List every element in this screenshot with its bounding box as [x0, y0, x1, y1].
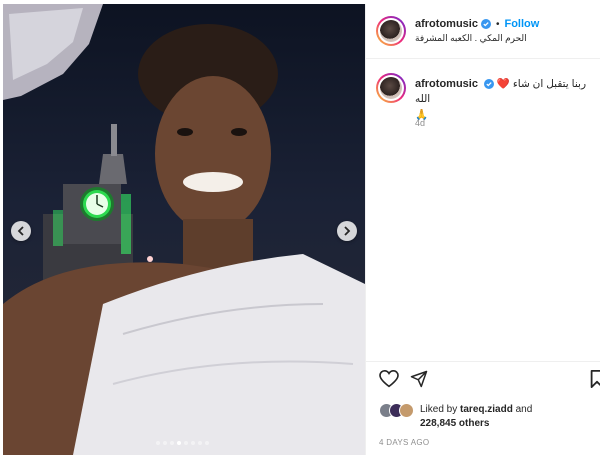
liked-by-prefix: Liked by [420, 404, 458, 415]
post-actions: Liked by tareq.ziadd and 228,845 others … [366, 361, 600, 455]
others-count-link[interactable]: 228,845 others [420, 418, 490, 429]
caption-section: afrotomusic ❤️ ربنا يتقبل ان شاء الله 🙏 … [366, 60, 600, 360]
photo-scene [3, 4, 365, 455]
caption-age: 4d [415, 118, 426, 128]
post-header: afrotomusic • Follow الحرم المكي . الكعب… [366, 4, 600, 59]
location-link[interactable]: الحرم المكي . الكعبه المشرفة [415, 33, 527, 44]
liked-by-user-link[interactable]: tareq.ziadd [460, 404, 513, 415]
post-photo[interactable] [3, 4, 365, 455]
carousel-dot [163, 441, 167, 445]
carousel-dot [177, 441, 181, 445]
caption-emoji-heart: ❤️ [496, 78, 510, 90]
verified-badge-icon [483, 79, 494, 89]
username-link[interactable]: afrotomusic [415, 18, 478, 30]
carousel-prev-button[interactable] [11, 221, 31, 241]
carousel-dot [184, 441, 188, 445]
verified-badge-icon [480, 19, 491, 29]
chevron-left-icon [17, 226, 24, 236]
likes-summary: Liked by tareq.ziadd and 228,845 others [379, 403, 532, 431]
post-timestamp[interactable]: 4 DAYS AGO [379, 438, 429, 447]
likes-text: Liked by tareq.ziadd and 228,845 others [420, 403, 532, 431]
carousel-dot [198, 441, 202, 445]
caption-row: afrotomusic ❤️ ربنا يتقبل ان شاء الله 🙏 [415, 77, 595, 123]
carousel-next-button[interactable] [337, 221, 357, 241]
follow-button[interactable]: Follow [504, 18, 539, 30]
heart-icon[interactable] [379, 370, 399, 388]
paper-plane-icon[interactable] [410, 370, 428, 388]
carousel-dot [156, 441, 160, 445]
liked-by-and: and [515, 404, 533, 415]
header-name-row: afrotomusic • Follow [415, 18, 539, 30]
caption-avatar[interactable] [376, 73, 406, 103]
post-side-pane: afrotomusic • Follow الحرم المكي . الكعب… [365, 4, 600, 455]
caption-emoji-pray: 🙏 [415, 109, 429, 121]
caption-username[interactable]: afrotomusic [415, 78, 478, 90]
avatar [399, 403, 414, 418]
carousel-indicator [156, 441, 209, 445]
liker-avatars [379, 403, 415, 419]
carousel-dot [191, 441, 195, 445]
bookmark-icon[interactable] [590, 370, 600, 388]
chevron-right-icon [344, 226, 351, 236]
carousel-dot [205, 441, 209, 445]
carousel-dot [170, 441, 174, 445]
avatar[interactable] [376, 16, 406, 46]
separator-dot: • [495, 18, 500, 30]
